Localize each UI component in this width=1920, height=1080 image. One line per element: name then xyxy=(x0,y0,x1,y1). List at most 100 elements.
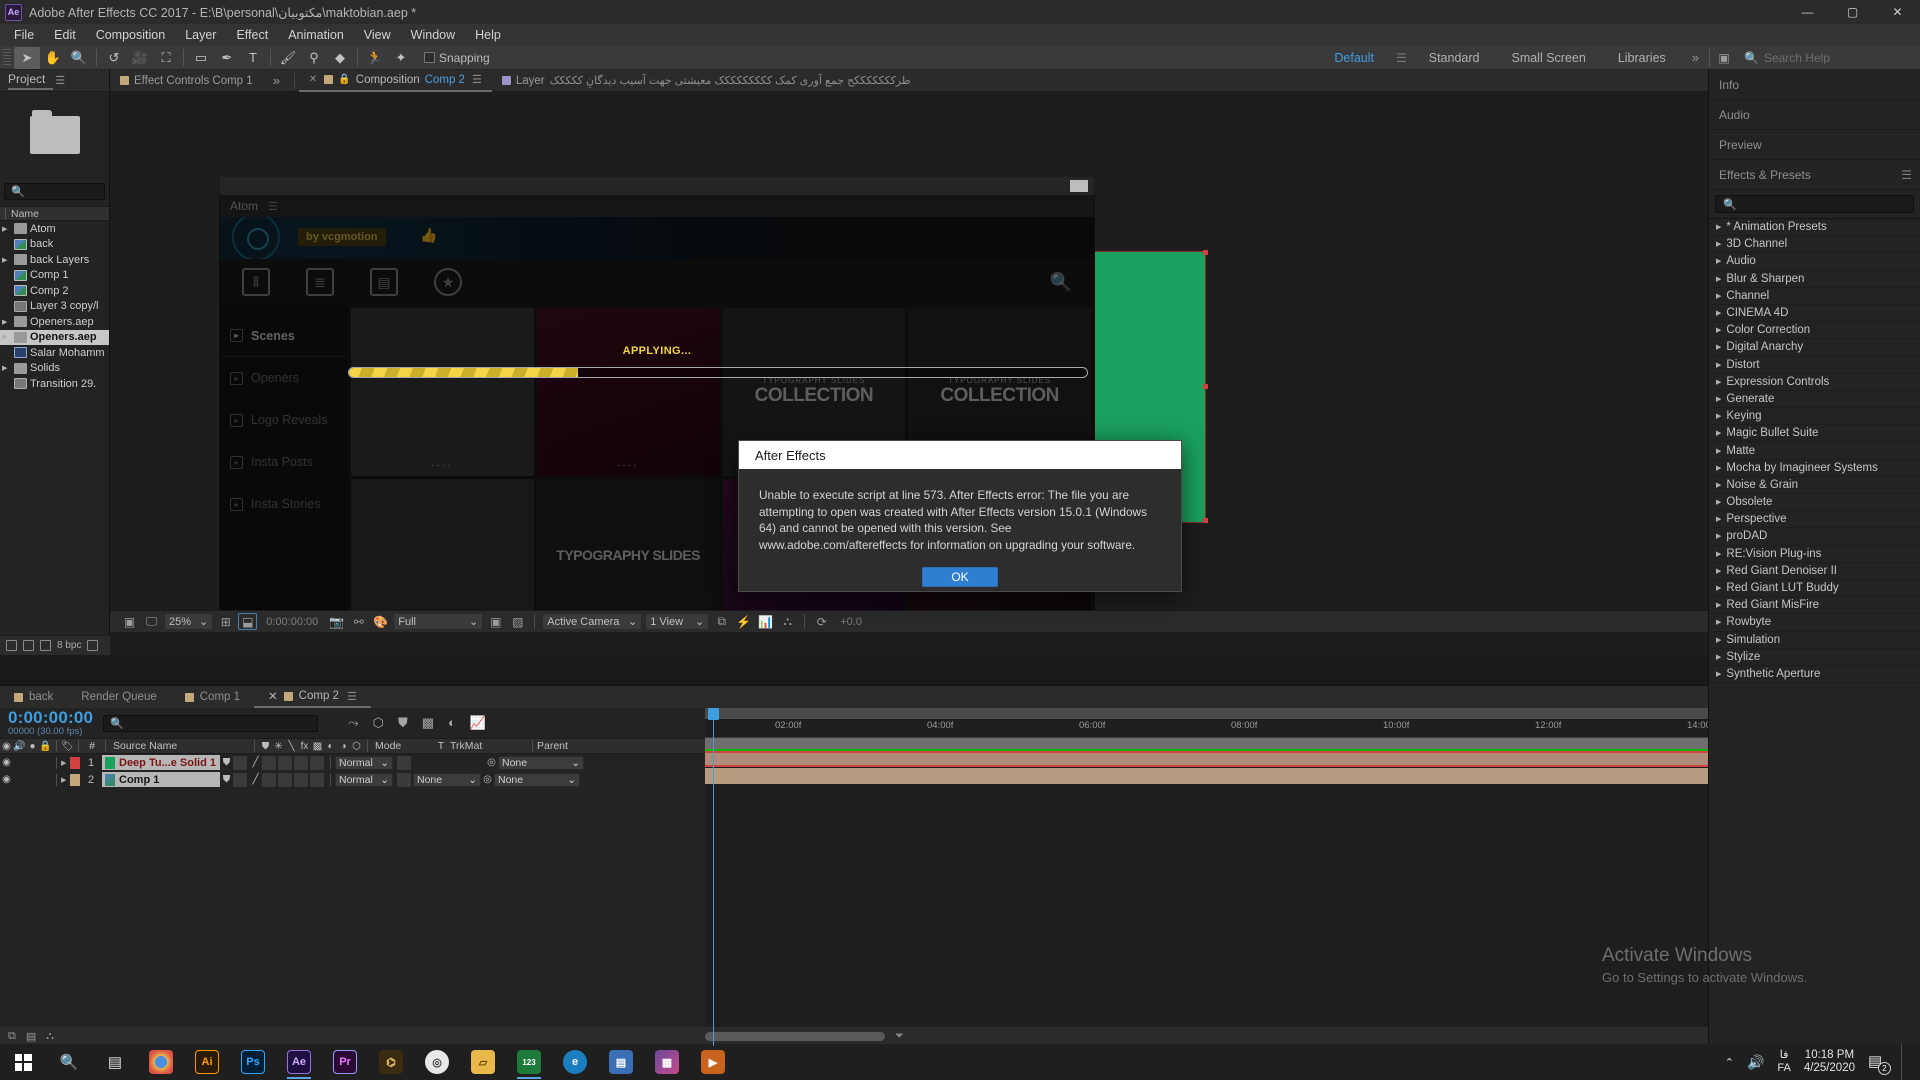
project-row-openers-aep-selected[interactable]: ▶ Openers.aep xyxy=(0,329,109,345)
selection-handle[interactable] xyxy=(1203,250,1208,255)
effect-category-obsolete[interactable]: ▶ Obsolete xyxy=(1709,494,1920,512)
notification-center-icon[interactable]: ▤ 2 xyxy=(1868,1052,1891,1075)
timeline-horizontal-scrollbar[interactable] xyxy=(705,1031,885,1041)
sliders-icon[interactable]: ⫴ xyxy=(242,268,270,296)
shy-toggle-icon[interactable]: ⛊ xyxy=(220,774,233,785)
snapping-checkbox[interactable] xyxy=(424,52,435,63)
current-time-indicator[interactable] xyxy=(708,708,719,1046)
film-icon[interactable]: ▤ xyxy=(370,268,398,296)
effect-category-generate[interactable]: ▶ Generate xyxy=(1709,391,1920,409)
taskbar-app-gallery[interactable]: ▦ xyxy=(644,1044,690,1080)
panel-effects-presets[interactable]: Effects & Presets ☰ xyxy=(1709,160,1920,190)
project-row-back[interactable]: back xyxy=(0,237,109,253)
effect-category-expression-controls[interactable]: ▶ Expression Controls xyxy=(1709,374,1920,391)
zoom-level-select[interactable]: 25% ⌄ xyxy=(164,613,214,630)
resolution-select[interactable]: Full ⌄ xyxy=(393,613,484,630)
disclosure-triangle-icon[interactable]: ▶ xyxy=(1716,601,1721,609)
effect-category-keying[interactable]: ▶ Keying xyxy=(1709,408,1920,426)
close-icon[interactable]: ✕ xyxy=(268,689,278,703)
start-button[interactable] xyxy=(0,1044,46,1080)
disclosure-triangle-icon[interactable]: ▶ xyxy=(1716,515,1721,523)
disclosure-triangle-icon[interactable]: ▶ xyxy=(1716,447,1721,455)
viewer-panel-menu-icon[interactable]: ☰ xyxy=(472,73,482,86)
project-row-solids[interactable]: ▶ Solids xyxy=(0,361,109,377)
show-snapshot-icon[interactable]: ⚯ xyxy=(349,613,368,630)
parent-pickwhip-icon[interactable]: ◎ xyxy=(481,774,494,785)
effect-category-channel[interactable]: ▶ Channel xyxy=(1709,288,1920,305)
project-settings-icon[interactable] xyxy=(40,640,51,651)
disclosure-triangle-icon[interactable]: ▶ xyxy=(1716,326,1721,334)
timeline-tab-back[interactable]: back xyxy=(0,686,67,708)
disclosure-triangle-icon[interactable]: ▶ xyxy=(1716,636,1721,644)
atom-nav-insta-stories[interactable]: ▸ Insta Stories xyxy=(220,483,348,525)
disclosure-triangle-icon[interactable]: ▶ xyxy=(1716,378,1721,386)
effect-category-prodad[interactable]: ▶ proDAD xyxy=(1709,528,1920,546)
list-icon[interactable]: ≣ xyxy=(306,268,334,296)
parent-pickwhip-icon[interactable]: ◎ xyxy=(485,757,498,768)
toggle-switches-icon[interactable]: ⧉ xyxy=(8,1030,16,1043)
motion-blur-icon[interactable]: ◐ xyxy=(448,715,456,731)
effects-search-input[interactable]: 🔍 xyxy=(1715,195,1914,213)
close-button[interactable]: ✕ xyxy=(1875,0,1920,24)
workspace-standard[interactable]: Standard xyxy=(1413,48,1496,68)
effect-category-synthetic-aperture[interactable]: ▶ Synthetic Aperture xyxy=(1709,666,1920,684)
project-row-atom[interactable]: ▶ Atom xyxy=(0,221,109,237)
workspace-menu-icon[interactable]: ☰ xyxy=(1390,51,1413,65)
effect-category-perspective[interactable]: ▶ Perspective xyxy=(1709,511,1920,529)
snapshot-icon[interactable]: 📷 xyxy=(327,613,346,630)
frame-blending-icon[interactable]: ▩ xyxy=(422,715,434,731)
panel-audio[interactable]: Audio xyxy=(1709,100,1920,130)
disclosure-triangle-icon[interactable]: ▶ xyxy=(61,776,70,784)
region-of-interest-icon[interactable]: ⬓ xyxy=(238,613,258,630)
project-row-salar-mohamm[interactable]: Salar Mohamm xyxy=(0,345,109,361)
rotation-tool-icon[interactable]: ↺ xyxy=(101,47,127,69)
disclosure-triangle-icon[interactable]: ▶ xyxy=(1716,498,1721,506)
tab-effect-controls[interactable]: Effect Controls Comp 1 xyxy=(110,70,263,92)
effect-category-3d-channel[interactable]: ▶ 3D Channel xyxy=(1709,236,1920,254)
atom-panel-button[interactable] xyxy=(1070,180,1088,192)
viewer-timecode[interactable]: 0:00:00:00 xyxy=(260,616,324,628)
disclosure-triangle-icon[interactable]: ▶ xyxy=(1716,257,1721,265)
effect-category-animation-presets[interactable]: ▶ * Animation Presets xyxy=(1709,219,1920,237)
language-indicator[interactable]: فا FA xyxy=(1777,1049,1790,1075)
tab-composition-comp-2[interactable]: ✕ 🔒 Composition Comp 2 ☰ xyxy=(298,70,492,92)
lock-icon[interactable]: 🔒 xyxy=(338,74,350,85)
disclosure-triangle-icon[interactable]: ▶ xyxy=(1716,292,1721,300)
taskbar-app-illustrator[interactable]: Ai xyxy=(184,1044,230,1080)
graph-editor-icon[interactable]: 📈 xyxy=(470,715,486,731)
effect-category-rowbyte[interactable]: ▶ Rowbyte xyxy=(1709,614,1920,632)
tab-layer[interactable]: Layer طرکککککککح جمع آوری کمک ککککککککک … xyxy=(492,70,921,92)
effect-category-red-giant-denoiser[interactable]: ▶ Red Giant Denoiser II xyxy=(1709,563,1920,580)
quality-toggle-icon[interactable]: ╱ xyxy=(249,757,262,768)
delete-icon[interactable] xyxy=(87,640,99,651)
layer-label-color[interactable] xyxy=(70,773,80,786)
layer-blend-mode-select[interactable]: Normal ⌄ xyxy=(335,772,393,787)
taskbar-app-photoshop[interactable]: Ps xyxy=(230,1044,276,1080)
disclosure-triangle-icon[interactable]: ▶ xyxy=(1716,567,1721,575)
timeline-tab-render-queue[interactable]: Render Queue xyxy=(67,686,170,708)
taskbar-app-idm[interactable]: 123 xyxy=(506,1044,552,1080)
pan-behind-tool-icon[interactable]: ⛶ xyxy=(153,47,179,69)
effect-category-red-giant-lut-buddy[interactable]: ▶ Red Giant LUT Buddy xyxy=(1709,580,1920,598)
new-comp-icon[interactable] xyxy=(23,640,34,651)
draft-3d-icon[interactable]: ⬡ xyxy=(373,715,384,731)
project-row-layer-3-copy[interactable]: Layer 3 copy/l xyxy=(0,299,109,315)
always-preview-icon[interactable]: ▣ xyxy=(120,613,139,630)
selection-tool-icon[interactable]: ➤ xyxy=(14,46,40,69)
search-help-input[interactable]: 🔍 Search Help xyxy=(1738,49,1918,66)
camera-select[interactable]: Active Camera ⌄ xyxy=(542,613,643,630)
layer-label-color[interactable] xyxy=(70,756,80,769)
disclosure-triangle-icon[interactable]: ▶ xyxy=(2,364,11,372)
brush-tool-icon[interactable]: 🖌 xyxy=(275,47,301,69)
composition-flowchart-icon[interactable]: ⛬ xyxy=(46,1030,54,1043)
hide-shy-layers-icon[interactable]: ⛊ xyxy=(398,715,408,731)
disclosure-triangle-icon[interactable]: ▶ xyxy=(2,333,11,341)
effect-category-digital-anarchy[interactable]: ▶ Digital Anarchy xyxy=(1709,339,1920,357)
layer-source-name[interactable]: Deep Tu...e Solid 1 xyxy=(102,755,220,770)
layer-parent-select[interactable]: None ⌄ xyxy=(498,755,584,770)
taskbar-app-chrome[interactable] xyxy=(138,1044,184,1080)
selection-handle[interactable] xyxy=(1203,384,1208,389)
exposure-value[interactable]: +0.0 xyxy=(834,616,868,628)
disclosure-triangle-icon[interactable]: ▶ xyxy=(1716,481,1721,489)
workspace-small-screen[interactable]: Small Screen xyxy=(1495,48,1601,68)
